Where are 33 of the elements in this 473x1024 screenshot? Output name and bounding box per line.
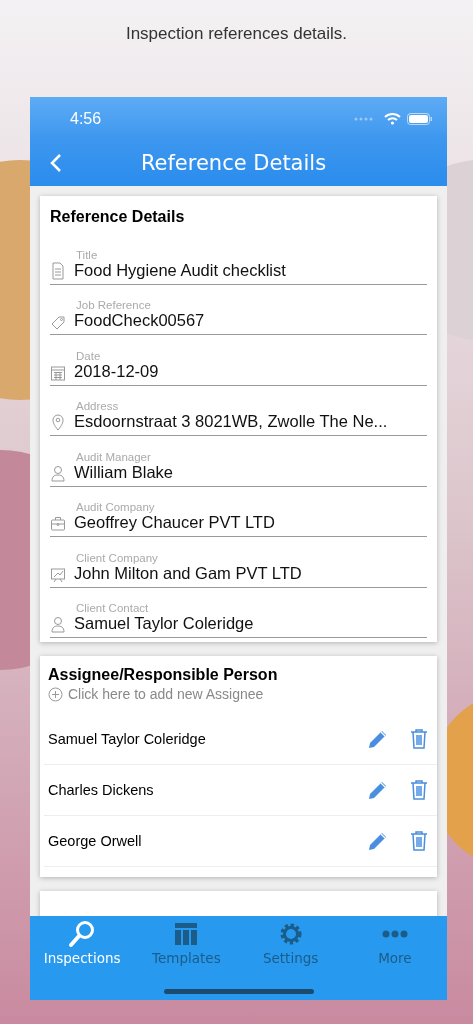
card-title: Reference Details xyxy=(50,208,186,226)
briefcase-icon xyxy=(50,514,66,532)
assignee-name: Samuel Taylor Coleridge xyxy=(48,731,207,747)
caption-text: Inspection references details. xyxy=(124,23,349,45)
delete-button[interactable] xyxy=(409,830,429,852)
edit-button[interactable] xyxy=(367,728,389,750)
text-field[interactable]: Job Reference FoodCheck00567 xyxy=(50,284,427,335)
text-field[interactable]: Client Company John Milton and Gam PVT LTD xyxy=(50,537,427,588)
text-field[interactable]: Audit Manager William Blake xyxy=(50,436,427,487)
text-field[interactable]: Address Esdoornstraat 3 8021WB, Zwolle The Ne... xyxy=(50,385,427,436)
text-field[interactable]: Audit Company Geoffrey Chaucer PVT LTD xyxy=(50,486,427,537)
person-icon xyxy=(50,463,66,482)
assignee-name: Charles Dickens xyxy=(48,782,155,798)
assignee-name: George Orwell xyxy=(48,833,143,849)
delete-button[interactable] xyxy=(409,728,429,750)
wifi-icon xyxy=(384,112,401,125)
signal-icon xyxy=(354,116,374,121)
text-field[interactable]: Date 2018-12-09 xyxy=(50,335,427,386)
location-pin-icon xyxy=(50,413,66,431)
battery-icon xyxy=(407,112,433,125)
text-field[interactable]: Title Food Hygiene Audit checklist xyxy=(50,234,427,285)
chevron-left-icon xyxy=(50,153,62,173)
plus-circle-icon xyxy=(48,686,63,702)
document-icon xyxy=(50,261,66,280)
edit-button[interactable] xyxy=(367,830,389,852)
person-icon xyxy=(50,615,66,633)
card-title: Assignee/Responsible Person xyxy=(47,666,279,684)
status-time: 4:56 xyxy=(70,109,103,128)
nav-title: Reference Details xyxy=(139,151,328,175)
text-field[interactable]: Client Contact Samuel Taylor Coleridge xyxy=(50,587,427,638)
delete-button[interactable] xyxy=(409,779,429,801)
edit-button[interactable] xyxy=(367,779,389,801)
add-assignee-link[interactable]: Click here to add new Assignee xyxy=(40,684,272,704)
